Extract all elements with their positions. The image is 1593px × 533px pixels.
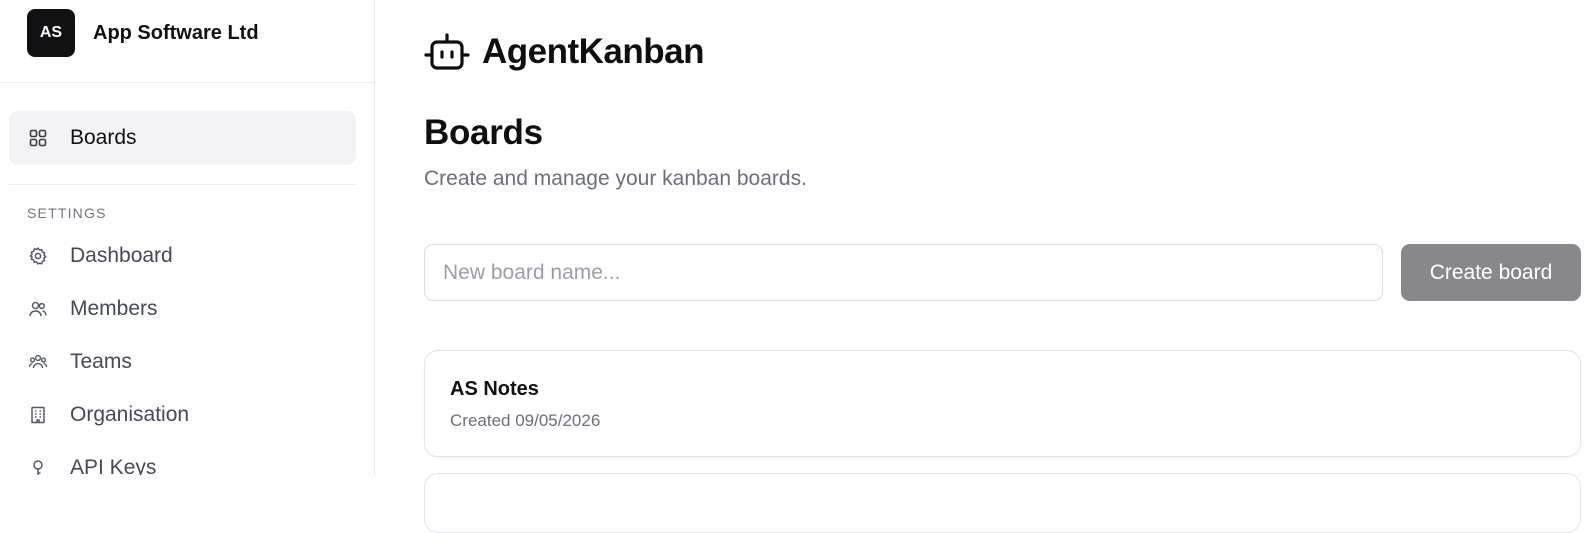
- users-icon: [27, 298, 49, 320]
- sidebar-item-label: Teams: [70, 350, 132, 373]
- gear-icon: [27, 245, 49, 267]
- team-icon: [27, 351, 49, 373]
- org-name: App Software Ltd: [93, 21, 259, 44]
- key-icon: [27, 457, 49, 475]
- board-card[interactable]: [424, 473, 1581, 533]
- robot-icon: [424, 33, 470, 70]
- new-board-name-input[interactable]: [424, 244, 1383, 301]
- sidebar-item-boards[interactable]: Boards: [9, 111, 356, 165]
- sidebar-item-teams[interactable]: Teams: [9, 335, 356, 389]
- sidebar-item-label: Organisation: [70, 403, 190, 426]
- board-name: AS Notes: [450, 378, 539, 400]
- sidebar-divider: [9, 184, 356, 185]
- brand: AgentKanban: [424, 30, 705, 74]
- sidebar-item-api-keys[interactable]: API Keys: [9, 441, 356, 475]
- sidebar-item-members[interactable]: Members: [9, 282, 356, 336]
- brand-name: AgentKanban: [482, 32, 705, 71]
- board-card[interactable]: AS Notes Created 09/05/2026: [424, 350, 1581, 457]
- sidebar-item-label: API Keys: [70, 456, 157, 475]
- board-created-date: Created 09/05/2026: [450, 411, 601, 430]
- settings-section-label: SETTINGS: [27, 205, 107, 221]
- org-avatar: AS: [27, 9, 75, 57]
- sidebar-item-organisation[interactable]: Organisation: [9, 388, 356, 442]
- org-switcher[interactable]: AS App Software Ltd: [0, 0, 374, 83]
- sidebar-item-label: Dashboard: [70, 244, 173, 267]
- grid-icon: [27, 127, 49, 149]
- create-board-button[interactable]: Create board: [1401, 244, 1581, 301]
- building-icon: [27, 404, 49, 426]
- sidebar-item-label: Boards: [70, 126, 137, 149]
- sidebar-item-label: Members: [70, 297, 158, 320]
- page-title: Boards: [424, 113, 543, 152]
- page-subtitle: Create and manage your kanban boards.: [424, 167, 807, 190]
- sidebar: AS App Software Ltd Boards SETTINGS Dash…: [0, 0, 375, 475]
- sidebar-item-dashboard[interactable]: Dashboard: [9, 229, 356, 283]
